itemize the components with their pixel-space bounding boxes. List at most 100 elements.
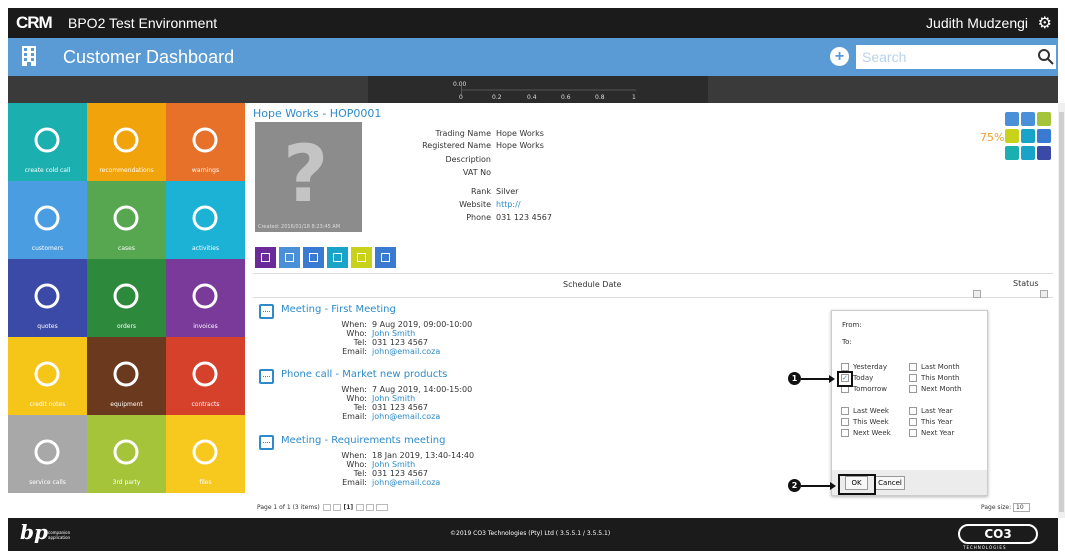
tab-contacts[interactable] [375,247,396,268]
tile-3[interactable]: customers [8,181,87,259]
tile-12[interactable]: service calls [8,415,87,493]
page-title: Customer Dashboard [63,47,235,67]
event-email-value[interactable]: john@email.coza [372,347,440,356]
cancel-button[interactable]: Cancel [875,476,905,490]
checkbox[interactable] [909,363,917,371]
event-who-value[interactable]: John Smith [372,394,415,403]
event-title[interactable]: Phone call - Market new products [281,369,447,380]
tile-13[interactable]: 3rd party [87,415,166,493]
date-option-last-month[interactable]: Last Month [909,363,960,371]
checkbox[interactable] [841,418,849,426]
tile-8[interactable]: invoices [166,259,245,337]
tab-building[interactable] [279,247,300,268]
status-filter-button[interactable] [1040,290,1048,298]
co3-logo: CO3 [958,524,1038,544]
event-email-label: Email: [342,478,367,487]
date-option-this-month[interactable]: This Month [909,374,959,382]
edit-icon[interactable] [1005,112,1019,126]
checkbox[interactable] [909,374,917,382]
phone-icon[interactable] [1005,146,1019,160]
last-page-button[interactable] [366,504,375,511]
completion-percent: 75% [980,131,1005,144]
field-value: Hope Works [496,129,544,138]
calendar-icon [259,435,274,450]
tile-14[interactable]: files [166,415,245,493]
checkbox[interactable] [909,418,917,426]
checkbox[interactable] [909,385,917,393]
tile-7[interactable]: orders [87,259,166,337]
login-icon[interactable] [1021,129,1035,143]
schedule-header: Schedule Date Status [253,273,1053,298]
add-contact-icon[interactable] [1021,112,1035,126]
field-label: VAT No [462,168,491,177]
date-option-this-year[interactable]: This Year [909,418,952,426]
event-email-value[interactable]: john@email.coza [372,478,440,487]
customer-name[interactable]: Hope Works - HOP0001 [253,107,381,120]
event-tel-label: Tel: [353,403,367,412]
callout-marker-1: 1 [788,372,801,385]
tab-document[interactable] [351,247,372,268]
checkbox[interactable] [841,363,849,371]
date-option-next-year[interactable]: Next Year [909,429,954,437]
checkbox[interactable] [841,429,849,437]
field-value: 031 123 4567 [496,213,552,222]
search-input[interactable] [856,45,1056,69]
page-header: Customer Dashboard + [8,38,1058,76]
tile-label: invoices [193,323,218,330]
date-option-last-year[interactable]: Last Year [909,407,953,415]
phone-icon [34,439,60,465]
date-option-next-month[interactable]: Next Month [909,385,961,393]
event-who-value[interactable]: John Smith [372,460,415,469]
event-title[interactable]: Meeting - First Meeting [281,304,396,315]
tile-label: activities [191,245,220,252]
calendar-icon [333,253,342,262]
checkbox[interactable] [909,429,917,437]
date-option-next-week[interactable]: Next Week [841,429,891,437]
search-icon[interactable] [1037,48,1055,66]
date-option-last-week[interactable]: Last Week [841,407,889,415]
tab-calendar[interactable] [327,247,348,268]
gear-icon[interactable]: ⚙ [1038,13,1052,32]
scrollbar-thumb[interactable] [1059,112,1064,512]
website-link[interactable]: http:// [496,200,521,209]
tile-10[interactable]: equipment [87,337,166,415]
event-who-value[interactable]: John Smith [372,329,415,338]
chat-icon[interactable] [1037,146,1051,160]
document-icon[interactable] [1005,129,1019,143]
user-name[interactable]: Judith Mudzengi [926,15,1028,31]
date-option-yesterday[interactable]: Yesterday [841,363,887,371]
add-icon[interactable]: + [830,47,849,66]
date-option-label: Next Week [853,429,891,437]
tile-11[interactable]: contracts [166,337,245,415]
date-option-label: Last Month [921,363,960,371]
all-pages-button[interactable] [376,504,389,511]
document-icon [357,253,366,262]
event-email-value[interactable]: john@email.coza [372,412,440,421]
tab-chart[interactable] [255,247,276,268]
date-option-this-week[interactable]: This Week [841,418,889,426]
tile-1[interactable]: recommendations [87,103,166,181]
speech-bubbles-icon [34,283,60,309]
page-size-select[interactable]: 10 [1013,503,1031,512]
prev-page-button[interactable] [332,504,341,511]
date-filter-button[interactable] [973,290,981,298]
column-status[interactable]: Status [1013,279,1039,288]
date-option-label: Next Month [921,385,962,393]
tile-9[interactable]: credit notes [8,337,87,415]
calendar-icon [259,304,274,319]
first-page-button[interactable] [322,504,331,511]
tile-6[interactable]: quotes [8,259,87,337]
calendar-icon[interactable] [1021,146,1035,160]
checkbox[interactable] [841,407,849,415]
event-title[interactable]: Meeting - Requirements meeting [281,435,445,446]
tile-5[interactable]: activities [166,181,245,259]
share-icon[interactable] [1037,112,1051,126]
column-schedule-date[interactable]: Schedule Date [563,280,621,289]
tile-4[interactable]: cases [87,181,166,259]
tile-2[interactable]: warnings [166,103,245,181]
contacts-icon[interactable] [1037,129,1051,143]
tile-0[interactable]: create cold call [8,103,87,181]
tab-address-book[interactable] [303,247,324,268]
checkbox[interactable] [909,407,917,415]
next-page-button[interactable] [356,504,365,511]
